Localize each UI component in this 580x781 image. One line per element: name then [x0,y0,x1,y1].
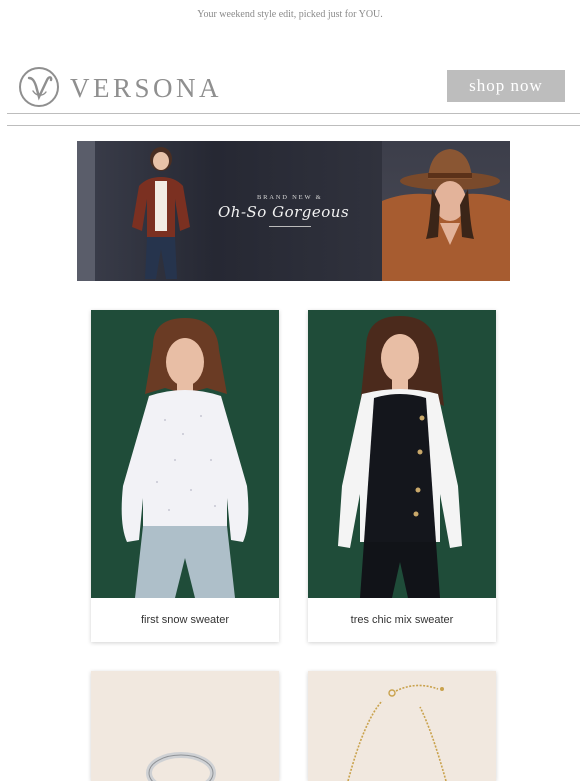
banner-hat-model-illustration [382,149,510,281]
product-image[interactable] [91,671,279,781]
product-card-necklace[interactable] [308,671,496,781]
product-card-ring[interactable] [91,671,279,781]
banner-underline [269,226,311,227]
preheader-text: Your weekend style edit, picked just for… [197,9,383,20]
product-card-first-snow-sweater[interactable]: first snow sweater [91,310,279,642]
header-divider-top [7,113,580,114]
versona-logo[interactable]: VERSONA [18,64,222,110]
sweater-model-illustration [121,318,249,598]
necklace-illustration [347,684,447,781]
hero-banner[interactable]: BRAND NEW & Oh-So Gorgeous [77,141,510,281]
banner-subtitle: BRAND NEW & [257,194,323,201]
ring-illustration [146,752,216,781]
product-image[interactable] [308,671,496,781]
versona-monogram-icon [19,67,59,107]
product-image[interactable] [308,310,496,598]
product-card-tres-chic-mix-sweater[interactable]: tres chic mix sweater [308,310,496,642]
product-image[interactable] [91,310,279,598]
banner-left-panel: BRAND NEW & Oh-So Gorgeous [77,141,382,281]
vest-model-illustration [338,316,462,598]
header-divider-bottom [7,125,580,126]
banner-right-panel [382,141,510,281]
banner-headline: Oh-So Gorgeous [218,203,350,221]
logo-wordmark: VERSONA [70,73,223,103]
product-caption[interactable]: first snow sweater [91,598,279,642]
product-caption[interactable]: tres chic mix sweater [308,598,496,642]
shop-now-button[interactable]: shop now [447,70,565,102]
